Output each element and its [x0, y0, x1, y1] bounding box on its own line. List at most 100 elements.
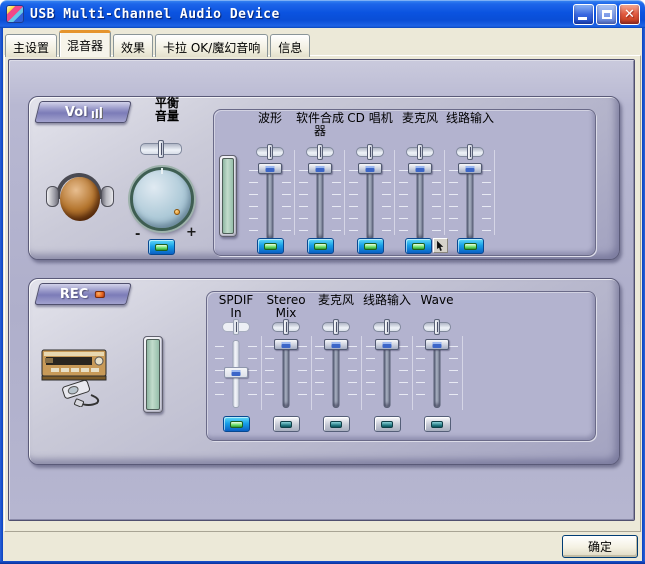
knob-minus-label: -	[135, 227, 141, 242]
headphone-icon	[45, 173, 115, 225]
maximize-button[interactable]	[596, 4, 617, 25]
tab-strip: 主设置 混音器 效果 卡拉 OK/魔幻音响 信息	[5, 30, 312, 57]
tab-karaoke[interactable]: 卡拉 OK/魔幻音响	[155, 34, 269, 57]
record-slider-thumb[interactable]	[324, 339, 348, 350]
mixer-window: USB Multi-Channel Audio Device ✕ 主设置 混音器…	[0, 0, 645, 564]
balance-slider[interactable]	[423, 319, 451, 335]
balance-thumb[interactable]	[367, 144, 373, 160]
volume-slider-thumb[interactable]	[358, 163, 382, 174]
balance-slider[interactable]	[322, 319, 350, 335]
channel-microphone: 麦克风	[395, 112, 448, 256]
record-level-slider[interactable]	[365, 339, 409, 408]
master-mute-led	[155, 243, 168, 251]
channel-label: Wave	[420, 293, 454, 307]
record-led-icon	[95, 290, 106, 298]
minimize-button[interactable]	[573, 4, 594, 25]
select-led	[381, 420, 393, 428]
channel-spdif-in: SPDIF In	[211, 294, 261, 438]
balance-slider[interactable]	[356, 144, 384, 160]
recorder-device-icon	[39, 343, 111, 408]
mute-button[interactable]	[256, 238, 284, 254]
volume-badge: Vol	[34, 101, 132, 123]
titlebar[interactable]: USB Multi-Channel Audio Device ✕	[0, 0, 645, 28]
record-slider-thumb[interactable]	[375, 339, 399, 350]
volume-slider[interactable]	[348, 163, 392, 240]
knob-plus-label: +	[186, 225, 197, 240]
record-badge: REC	[34, 283, 132, 305]
app-icon	[6, 5, 24, 23]
volume-slider[interactable]	[298, 163, 342, 240]
master-balance-slider[interactable]	[140, 140, 182, 158]
knob-indicator-dot	[174, 209, 180, 215]
record-select-button[interactable]	[272, 416, 300, 432]
mixer-main-panel: Vol 平衡 音量 - + 波形 软件合成 器 CD 唱机 麦克风 线路输入 R…	[8, 59, 635, 521]
record-select-button-active[interactable]	[222, 416, 250, 432]
mute-button[interactable]	[405, 238, 432, 254]
minimize-icon	[578, 17, 587, 20]
channel-wave: 波形	[245, 112, 295, 256]
balance-slider[interactable]	[406, 144, 434, 160]
volume-slider[interactable]	[398, 163, 442, 240]
master-volume-knob[interactable]	[130, 167, 194, 231]
balance-slider[interactable]	[256, 144, 284, 160]
record-select-button[interactable]	[322, 416, 350, 432]
master-balance-thumb[interactable]	[158, 140, 164, 158]
tab-mixer[interactable]: 混音器	[59, 30, 112, 57]
channel-line-in: 线路输入	[445, 112, 495, 256]
window-title: USB Multi-Channel Audio Device	[30, 6, 280, 22]
volume-slider-thumb[interactable]	[408, 163, 432, 174]
channel-stereo-mix: Stereo Mix	[261, 294, 311, 438]
record-slider-thumb[interactable]	[274, 339, 298, 350]
channel-synth: 软件合成器	[295, 112, 345, 256]
volume-slider-thumb[interactable]	[308, 163, 332, 174]
record-slider-thumb	[224, 367, 248, 378]
balance-thumb[interactable]	[384, 319, 390, 335]
tab-effects[interactable]: 效果	[113, 34, 154, 57]
ok-button[interactable]: 确定	[562, 535, 638, 558]
volume-section: Vol 平衡 音量 - + 波形 软件合成 器 CD 唱机 麦克风 线路输入	[28, 96, 620, 260]
volume-slider[interactable]	[248, 163, 292, 240]
volume-sliders-panel: 波形 软件合成器 CD 唱机 麦克风 线路输入	[213, 109, 596, 256]
balance-thumb	[233, 319, 239, 335]
balance-thumb[interactable]	[317, 144, 323, 160]
record-level-slider[interactable]	[264, 339, 308, 408]
balance-slider[interactable]	[373, 319, 401, 335]
window-border-left	[0, 28, 3, 564]
record-level-slider[interactable]	[314, 339, 358, 408]
master-mute-button[interactable]	[148, 239, 175, 255]
record-select-button[interactable]	[423, 416, 451, 432]
tab-information[interactable]: 信息	[270, 34, 311, 57]
channel-rec-wave: Wave	[412, 294, 462, 438]
balance-slider[interactable]	[456, 144, 484, 160]
volume-slider-thumb[interactable]	[258, 163, 282, 174]
mute-led	[263, 242, 277, 250]
record-badge-label: REC	[60, 286, 89, 302]
close-button[interactable]: ✕	[619, 4, 640, 25]
maximize-icon	[602, 10, 612, 19]
channel-label: 线路输入	[445, 111, 494, 125]
record-slider-thumb[interactable]	[425, 339, 449, 350]
volume-slider-thumb[interactable]	[458, 163, 482, 174]
record-level-slider[interactable]	[415, 339, 459, 408]
balance-thumb[interactable]	[434, 319, 440, 335]
mute-button[interactable]	[456, 238, 484, 254]
balance-thumb[interactable]	[283, 319, 289, 335]
balance-slider	[222, 319, 250, 335]
record-level-slider	[214, 340, 258, 408]
balance-thumb[interactable]	[467, 144, 473, 160]
balance-slider[interactable]	[306, 144, 334, 160]
balance-label: 平衡	[154, 96, 179, 110]
record-select-button[interactable]	[373, 416, 401, 432]
mute-button[interactable]	[306, 238, 334, 254]
balance-thumb[interactable]	[333, 319, 339, 335]
balance-thumb[interactable]	[417, 144, 423, 160]
mute-button[interactable]	[356, 238, 384, 254]
balance-slider[interactable]	[272, 319, 300, 335]
tab-main-settings[interactable]: 主设置	[5, 34, 58, 57]
volume-slider[interactable]	[448, 163, 492, 240]
close-icon: ✕	[624, 7, 635, 22]
channel-cd: CD 唱机	[345, 112, 395, 256]
mixer-tab-page: Vol 平衡 音量 - + 波形 软件合成 器 CD 唱机 麦克风 线路输入 R…	[4, 55, 641, 532]
balance-thumb[interactable]	[267, 144, 273, 160]
channel-rec-line-in: 线路输入	[362, 294, 412, 438]
